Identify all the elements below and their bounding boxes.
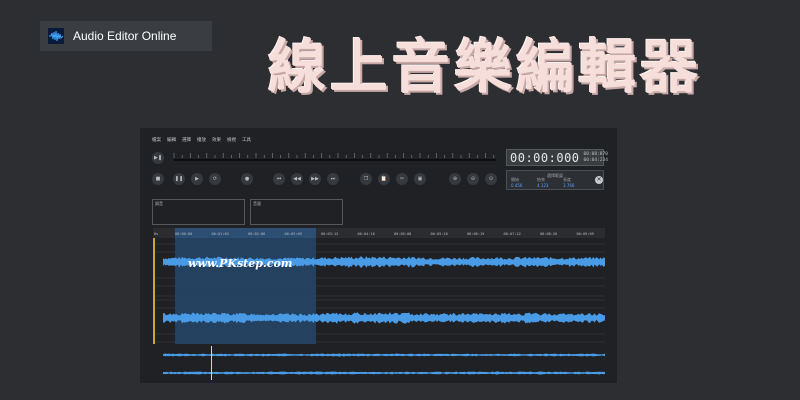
rewind-icon[interactable]: ◀◀ [291,173,303,185]
selection-start-value: 0.456 [511,183,523,188]
stop-icon[interactable]: ■ [152,173,164,185]
timeline-label: 00:08:26 [540,232,557,236]
menu-edit[interactable]: 編輯 [167,137,176,143]
menu-file[interactable]: 檔案 [152,137,161,143]
timeline-label: 00:05:16 [431,232,448,236]
zoom-in-icon[interactable]: ⊕ [449,173,461,185]
overview-strip[interactable] [153,346,605,380]
level-meter [173,153,496,161]
left-panel-label: 調音 [155,201,163,206]
copy-icon[interactable]: ❐ [360,173,372,185]
play-pause-icon[interactable]: ▶❚ [152,152,164,164]
right-panel-label: 音量 [253,201,261,206]
record-icon[interactable]: ● [241,173,253,185]
menu-bar: 檔案 編輯 選擇 播放 效果 檢視 工具 [152,137,251,143]
cut-icon[interactable]: ✂ [396,173,408,185]
timeline-label: 00:00:00 [175,232,192,236]
loop-icon[interactable]: ⟳ [209,173,221,185]
menu-play[interactable]: 播放 [197,137,206,143]
zoom-out-icon[interactable]: ⊖ [467,173,479,185]
playhead-marker [211,346,212,380]
forward-icon[interactable]: ▶▶ [309,173,321,185]
menu-tools[interactable]: 工具 [242,137,251,143]
timeline-label: 00:01:03 [212,232,229,236]
selection-length-value: 3.766 [563,183,575,188]
right-panel: 音量 [250,199,343,225]
time-display: 00:00:000 00:08:870 00:04:234 [506,149,608,166]
selection-heading: 選擇範圍 [547,173,563,178]
timeline-label: 00:03:13 [321,232,338,236]
selection-end-value: 4.123 [537,183,549,188]
timeline-label: 00:07:22 [504,232,521,236]
waveform-tracks[interactable]: L R 128 128 www.PKstep.com [153,238,605,344]
timeline-ruler: 0s 00:00:00 00:01:03 00:02:06 00:03:09 00:03:… [153,228,605,238]
timeline-label: 00:05:08 [394,232,411,236]
close-icon[interactable]: ✕ [595,176,603,184]
timeline-label: 00:09:09 [577,232,594,236]
selection-time: 00:04:234 [583,157,608,163]
current-time: 00:00:000 [510,150,580,165]
timeline-label: 00:03:09 [285,232,302,236]
audio-editor-window: 檔案 編輯 選擇 播放 效果 檢視 工具 00:00:000 00:08:870… [140,128,617,383]
skip-forward-icon[interactable]: ⏭ [327,173,339,185]
play-icon[interactable]: ▶ [191,173,203,185]
waveform-icon [48,28,64,44]
paste-icon[interactable]: 📋 [378,173,390,185]
pause-icon[interactable]: ❚❚ [173,173,185,185]
zoom-fit-icon[interactable]: ⊙ [485,173,497,185]
timeline-label: 0s [154,232,158,236]
menu-effects[interactable]: 效果 [212,137,221,143]
selection-region [175,238,316,344]
left-panel: 調音 [152,199,245,225]
timeline-label: 00:02:06 [248,232,265,236]
watermark: www.PKstep.com [188,257,292,270]
skip-back-icon[interactable]: ⏮ [273,173,285,185]
hero-title: 線上音樂編輯器 [268,33,703,101]
app-badge: Audio Editor Online [40,21,212,51]
timeline-label: 00:06:19 [467,232,484,236]
selection-info: 選擇範圍 開始 結束 長度 0.456 4.123 3.766 ✕ [506,170,604,190]
menu-view[interactable]: 檢視 [227,137,236,143]
app-title: Audio Editor Online [73,29,177,43]
save-icon[interactable]: ▣ [414,173,426,185]
menu-select[interactable]: 選擇 [182,137,191,143]
timeline-label: 00:04:16 [358,232,375,236]
